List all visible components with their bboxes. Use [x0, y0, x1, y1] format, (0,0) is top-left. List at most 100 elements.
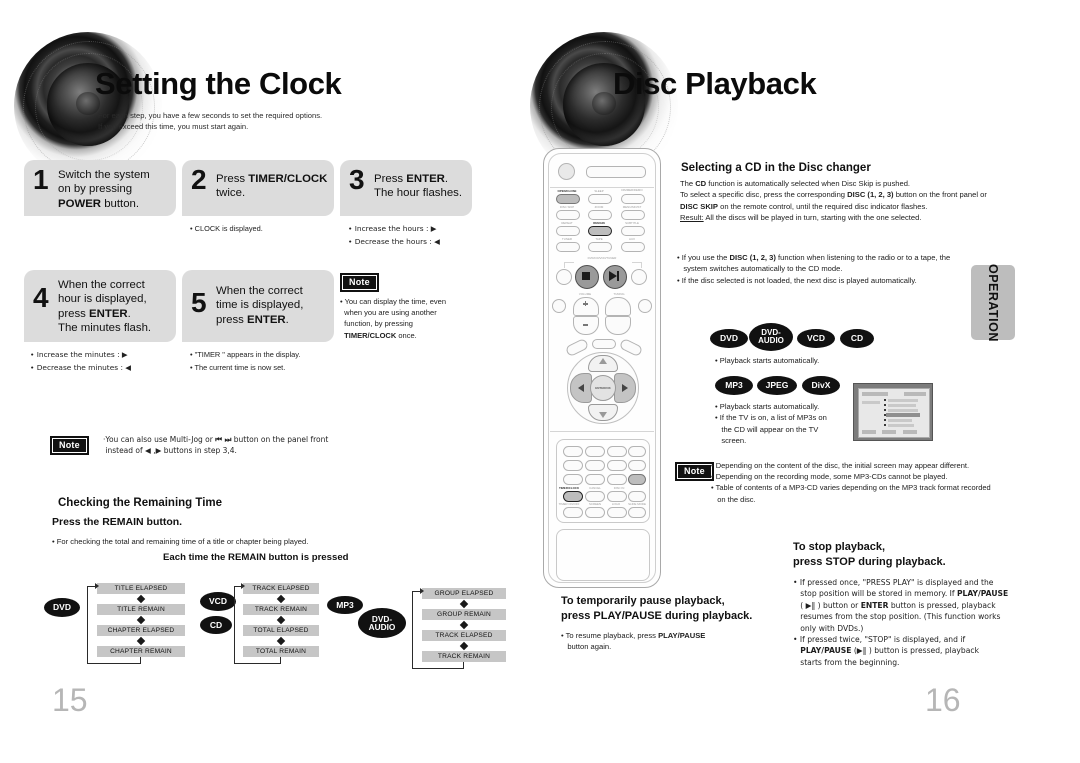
remote-key-tuner[interactable] — [556, 242, 580, 252]
remote-key-1[interactable] — [563, 446, 583, 457]
remote-key-9[interactable] — [607, 474, 627, 485]
play-triangle-icon — [609, 271, 617, 281]
section-heading-pause-label: To temporarily pause playback, press PLAY… — [561, 595, 753, 622]
dpad-down-arrow-icon — [599, 412, 607, 418]
remote-key-4[interactable] — [563, 460, 583, 471]
remote-key-tuning-up[interactable] — [605, 297, 631, 316]
tv-list-row-1 — [888, 404, 916, 407]
page-title-right: Disc Playback — [613, 66, 817, 101]
remote-key-top-center[interactable] — [592, 339, 616, 349]
remote-key-timer-onoff[interactable] — [563, 507, 583, 518]
remote-key-3[interactable] — [607, 446, 627, 457]
flow-diamond-0-0 — [136, 594, 146, 604]
remote-key-enter-ok[interactable]: ENTER/OK — [590, 375, 616, 401]
remote-key-slide-mode[interactable] — [628, 507, 646, 518]
remaining-subheading: Press the REMAIN button. — [52, 516, 183, 528]
step-bullet-3-1: • Decrease the hours : ◀ — [348, 237, 440, 246]
remote-key-8[interactable] — [585, 474, 605, 485]
remote-key-0[interactable] — [585, 491, 605, 502]
flow-return-h-2 — [412, 668, 464, 669]
step-number-2: 2 — [191, 164, 207, 195]
flow-return-v-2 — [412, 591, 413, 669]
media-row-2-bullets: • Playback starts automatically. • If the… — [715, 402, 827, 446]
media-row-1-bullet: • Playback starts automatically. — [715, 356, 820, 365]
step-bullet-3-0: • Increase the hours : ▶ — [348, 224, 437, 233]
step-box-3: 3 Press ENTER. The hour flashes. — [340, 160, 472, 216]
remote-key-ctrl-effect[interactable] — [638, 299, 652, 313]
volume-plus-v — [584, 301, 587, 307]
remote-key-screen[interactable] — [585, 507, 605, 518]
note-body-step: • You can display the time, even when yo… — [340, 297, 447, 340]
remote-label-sleep: SLEEP — [594, 189, 604, 193]
section-heading-pause: To temporarily pause playback, press PLAY… — [548, 594, 753, 624]
remote-power-icon[interactable] — [558, 163, 575, 180]
remote-divider-2 — [550, 431, 654, 432]
tv-bullet-4 — [884, 419, 886, 421]
step-bullets-4: • Increase the minutes : ▶ • Decrease th… — [30, 348, 131, 374]
flow-arrow-2 — [420, 588, 424, 594]
remote-key-ctrl-mode[interactable] — [552, 299, 566, 313]
remote-key-volume-up[interactable] — [573, 297, 599, 316]
remote-dpad[interactable]: ENTER/OK — [567, 352, 639, 424]
remote-key-6[interactable] — [607, 460, 627, 471]
remote-key-5[interactable] — [585, 460, 605, 471]
flow-return-v-1 — [234, 586, 235, 664]
remote-key-prev[interactable] — [556, 269, 572, 285]
pause-bar-icon — [617, 271, 619, 281]
remote-key-tuner-memory[interactable] — [628, 474, 646, 485]
tv-bullet-2 — [884, 409, 886, 411]
remote-key-disc-skip[interactable] — [556, 210, 580, 220]
stop-bullets: • If pressed once, "PRESS PLAY" is displ… — [793, 578, 1009, 667]
dpad-left-arrow-icon — [578, 384, 584, 392]
remote-key-menu[interactable] — [621, 210, 645, 220]
remote-label-timer-clock: TIMER/CLOCK — [558, 486, 580, 490]
remote-key-sleep[interactable] — [588, 194, 612, 204]
flow-return-v-0 — [87, 586, 88, 664]
tv-footer-0 — [862, 430, 876, 434]
flow-item-1-0: TRACK ELAPSED — [243, 583, 319, 594]
remote-key-logo[interactable] — [607, 507, 627, 518]
remote-key-tape[interactable] — [588, 242, 612, 252]
remote-key-zoom[interactable] — [588, 210, 612, 220]
remote-label-slide-mode: SLIDE MODE — [628, 502, 646, 506]
remote-key-aux[interactable] — [621, 242, 645, 252]
remote-key-repeat[interactable] — [556, 226, 580, 236]
flow-return-down-2 — [463, 662, 464, 669]
remote-key-sound-edit[interactable] — [628, 460, 646, 471]
remote-label-disc-in: DISC IN — [613, 486, 625, 490]
tv-footer-2 — [903, 430, 917, 434]
media-badge-jpeg: JPEG — [757, 376, 797, 395]
remote-label-screen: SCREEN — [588, 502, 602, 506]
step-box-5: 5 When the correct time is displayed, pres… — [182, 270, 334, 342]
step-bullet-4-1: • Decrease the minutes : ◀ — [30, 363, 131, 372]
step-number-1: 1 — [33, 164, 49, 195]
remote-key-disc-in[interactable] — [628, 491, 646, 502]
remote-key-dimmer[interactable] — [621, 194, 645, 204]
flow-diamond-1-0 — [276, 594, 286, 604]
remote-transport-tick-l — [564, 262, 565, 268]
remote-bottom-panel — [556, 529, 650, 581]
remote-label-aux: AUX — [629, 237, 635, 241]
remote-key-7[interactable] — [563, 474, 583, 485]
remote-key-timer-clock[interactable] — [563, 491, 583, 502]
remote-label-zoom: ZOOM — [594, 205, 604, 209]
flow-badge-dvd: DVD — [44, 598, 80, 617]
flow-item-1-1: TRACK REMAIN — [243, 604, 319, 615]
step-box-2: 2 Press TIMER/CLOCK twice. — [182, 160, 334, 216]
flow-item-2-1: GROUP REMAIN — [422, 609, 506, 620]
remote-key-subtitle[interactable] — [621, 226, 645, 236]
page-number-left: 15 — [52, 682, 88, 718]
remote-key-open-close[interactable] — [556, 194, 580, 204]
flow-diamond-2-2 — [459, 641, 469, 651]
remote-label-timer-onoff: TIMER ON/OFF — [558, 502, 580, 506]
remote-key-2[interactable] — [585, 446, 605, 457]
remote-key-test-tone[interactable] — [628, 446, 646, 457]
remote-key-next[interactable] — [631, 269, 647, 285]
step-number-3: 3 — [349, 164, 365, 195]
step-bullets-2: • CLOCK is displayed. — [190, 222, 263, 235]
remote-label-menu-most: MENU/MO/ST — [622, 205, 642, 209]
remote-key-cancel[interactable] — [607, 491, 627, 502]
flow-item-2-3: TRACK REMAIN — [422, 651, 506, 662]
remote-key-remain[interactable] — [588, 226, 612, 236]
media-badge-divx: DivX — [802, 376, 840, 395]
